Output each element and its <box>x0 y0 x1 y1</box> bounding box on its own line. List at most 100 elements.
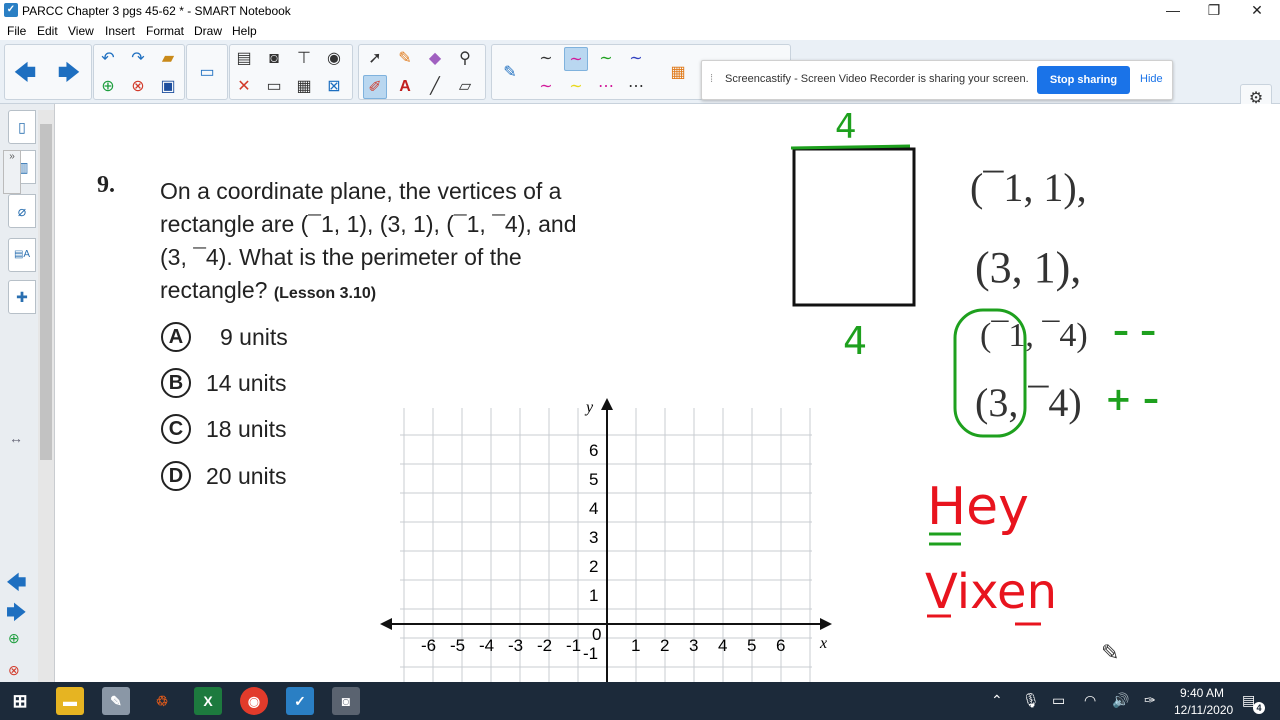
text-tool-icon[interactable]: A <box>393 75 417 99</box>
question-line-4-text: rectangle? <box>160 277 268 303</box>
menu-view[interactable]: View <box>68 24 94 38</box>
smart-notebook-taskbar-icon[interactable]: ✓ <box>286 687 314 715</box>
color-palette-icon[interactable]: ▦ <box>666 61 690 85</box>
volume-icon[interactable]: 🔊 <box>1112 692 1129 709</box>
next-page-icon[interactable]: 🡆 <box>57 61 81 85</box>
handwritten-annotations: 4 4 (¯1, 1), (3, 1), (¯1, ¯4) (3, ¯4) – … <box>790 107 1159 666</box>
file-explorer-icon[interactable]: ▬ <box>56 687 84 715</box>
menu-file[interactable]: File <box>7 24 26 38</box>
delete-page-icon[interactable]: ⊗ <box>126 75 150 99</box>
pen-magenta-icon[interactable]: ∼ <box>534 75 558 99</box>
page-sorter-tab-icon[interactable]: ▯ <box>8 110 36 144</box>
chrome-icon[interactable]: ◉ <box>240 687 268 715</box>
undo-icon[interactable]: ↶ <box>96 47 120 71</box>
taskbar: ⊞ ▬ ✎ ♲ X ◉ ✓ ◙ ⌃ 🎙 ▭ ◠ 🔊 ✑ 9:40 AM 12/1… <box>0 682 1280 720</box>
addons-tab-icon[interactable]: ✚ <box>8 280 36 314</box>
notification-count-badge: 4 <box>1253 702 1265 714</box>
pen-black-thin-icon[interactable]: ∼ <box>534 47 558 71</box>
sidebar-delete-page-icon[interactable]: ⊗ <box>8 662 20 679</box>
full-screen-icon[interactable]: ▭ <box>195 61 219 85</box>
delete-icon[interactable]: ✕ <box>232 75 256 99</box>
pens-icon[interactable]: ✐ <box>363 75 387 99</box>
notebook-page[interactable]: 9. On a coordinate plane, the vertices o… <box>55 104 1280 682</box>
minimize-button[interactable]: — <box>1150 0 1196 22</box>
magic-pen-icon[interactable]: ✎ <box>393 47 417 71</box>
table-icon[interactable]: ▦ <box>292 75 316 99</box>
add-page-icon[interactable]: ⊕ <box>96 75 120 99</box>
choice-b-marker[interactable]: B <box>161 368 191 398</box>
line-tool-icon[interactable]: ╱ <box>423 75 447 99</box>
pen-blue-icon[interactable]: ∼ <box>624 47 648 71</box>
sidebar-previous-icon[interactable]: 🡄 <box>6 568 27 602</box>
collapse-sidebar-icon[interactable]: » <box>3 150 21 194</box>
attachments-tab-icon[interactable]: ⌀ <box>8 194 36 228</box>
start-button-icon[interactable]: ⊞ <box>6 687 34 715</box>
y-axis-label: y <box>584 399 594 416</box>
scrollbar-thumb[interactable] <box>40 124 52 460</box>
x-tick-label: 2 <box>660 636 669 655</box>
x-tick-label: -3 <box>508 636 523 655</box>
paste-icon[interactable]: ▤ <box>232 47 256 71</box>
eraser-tool-icon[interactable]: ◆ <box>423 47 447 71</box>
hide-button[interactable]: Hide <box>1140 73 1163 85</box>
screen-shade-icon[interactable]: ▭ <box>262 75 286 99</box>
question-line-1: On a coordinate plane, the vertices of a <box>160 178 562 204</box>
clipboard-app-icon[interactable]: ♲ <box>148 687 176 715</box>
menu-edit[interactable]: Edit <box>37 24 58 38</box>
clock-date[interactable]: 12/11/2020 <box>1174 703 1233 717</box>
signs-minus-minus: – – <box>1113 312 1156 350</box>
wifi-icon[interactable]: ◠ <box>1084 692 1096 709</box>
y-tick-label: 6 <box>589 441 598 460</box>
pen-pink-icon[interactable]: ∼ <box>564 47 588 71</box>
sharing-message: Screencastify - Screen Video Recorder is… <box>725 73 1029 85</box>
recorder-icon[interactable]: ◉ <box>322 47 346 71</box>
screen-capture-icon[interactable]: ◙ <box>262 47 286 71</box>
microphone-icon[interactable]: 🎙 <box>1022 692 1040 709</box>
excel-icon[interactable]: X <box>194 687 222 715</box>
pen-yellow-icon[interactable]: ∼ <box>564 75 588 99</box>
stop-sharing-button[interactable]: Stop sharing <box>1037 66 1130 94</box>
redo-icon[interactable]: ↷ <box>126 47 150 71</box>
save-icon[interactable]: ▣ <box>156 75 180 99</box>
display-group: ▭ <box>186 44 228 100</box>
fill-tool-icon[interactable]: ⚲ <box>453 47 477 71</box>
sidebar-add-page-icon[interactable]: ⊕ <box>8 630 20 647</box>
pen-dashed-black-icon[interactable]: ⋯ <box>624 75 648 99</box>
close-x-icon[interactable]: ⊠ <box>322 75 346 99</box>
menu-format[interactable]: Format <box>146 24 184 38</box>
pen-type-icon[interactable]: ✎ <box>498 61 522 85</box>
document-camera-icon[interactable]: ⊤ <box>292 47 316 71</box>
previous-page-icon[interactable]: 🡄 <box>13 61 37 85</box>
shape-eraser-icon[interactable]: ▱ <box>453 75 477 99</box>
x-tick-label: -5 <box>450 636 465 655</box>
pen-workspace-icon[interactable]: ✑ <box>1144 692 1156 709</box>
choice-a-marker[interactable]: A <box>161 322 191 352</box>
move-sidebar-icon[interactable]: ↔ <box>9 430 23 446</box>
camera-app-icon[interactable]: ◙ <box>332 687 360 715</box>
coord-4: (3, ¯4) <box>975 380 1082 425</box>
y-axis-arrow <box>601 398 613 410</box>
menu-draw[interactable]: Draw <box>194 24 222 38</box>
close-button[interactable]: ✕ <box>1234 0 1280 22</box>
choice-c-marker[interactable]: C <box>161 414 191 444</box>
battery-icon[interactable]: ▭ <box>1052 692 1065 709</box>
pen-green-icon[interactable]: ∼ <box>594 47 618 71</box>
question-line-2: rectangle are (¯1, 1), (3, 1), (¯1, ¯4),… <box>160 211 577 237</box>
open-file-icon[interactable]: ▰ <box>156 47 180 71</box>
choice-d-text: 20 units <box>206 463 287 489</box>
properties-tab-icon[interactable]: ▤A <box>8 238 36 272</box>
choice-d-marker[interactable]: D <box>161 461 191 491</box>
y-tick-label: 1 <box>589 586 598 605</box>
restore-button[interactable]: ❐ <box>1191 0 1237 22</box>
question-line-3: (3, ¯4). What is the perimeter of the <box>160 244 522 270</box>
show-hidden-icons-icon[interactable]: ⌃ <box>991 692 1003 709</box>
clock-time[interactable]: 9:40 AM <box>1180 686 1224 700</box>
sidebar-next-icon[interactable]: 🡆 <box>6 598 27 632</box>
x-axis-left-arrow <box>380 618 392 630</box>
menu-help[interactable]: Help <box>232 24 257 38</box>
drag-handle-icon[interactable]: ⁞ <box>710 73 713 85</box>
notes-app-icon[interactable]: ✎ <box>102 687 130 715</box>
pen-dashed-magenta-icon[interactable]: ⋯ <box>594 75 618 99</box>
menu-insert[interactable]: Insert <box>105 24 135 38</box>
select-tool-icon[interactable]: ➚ <box>363 47 387 71</box>
